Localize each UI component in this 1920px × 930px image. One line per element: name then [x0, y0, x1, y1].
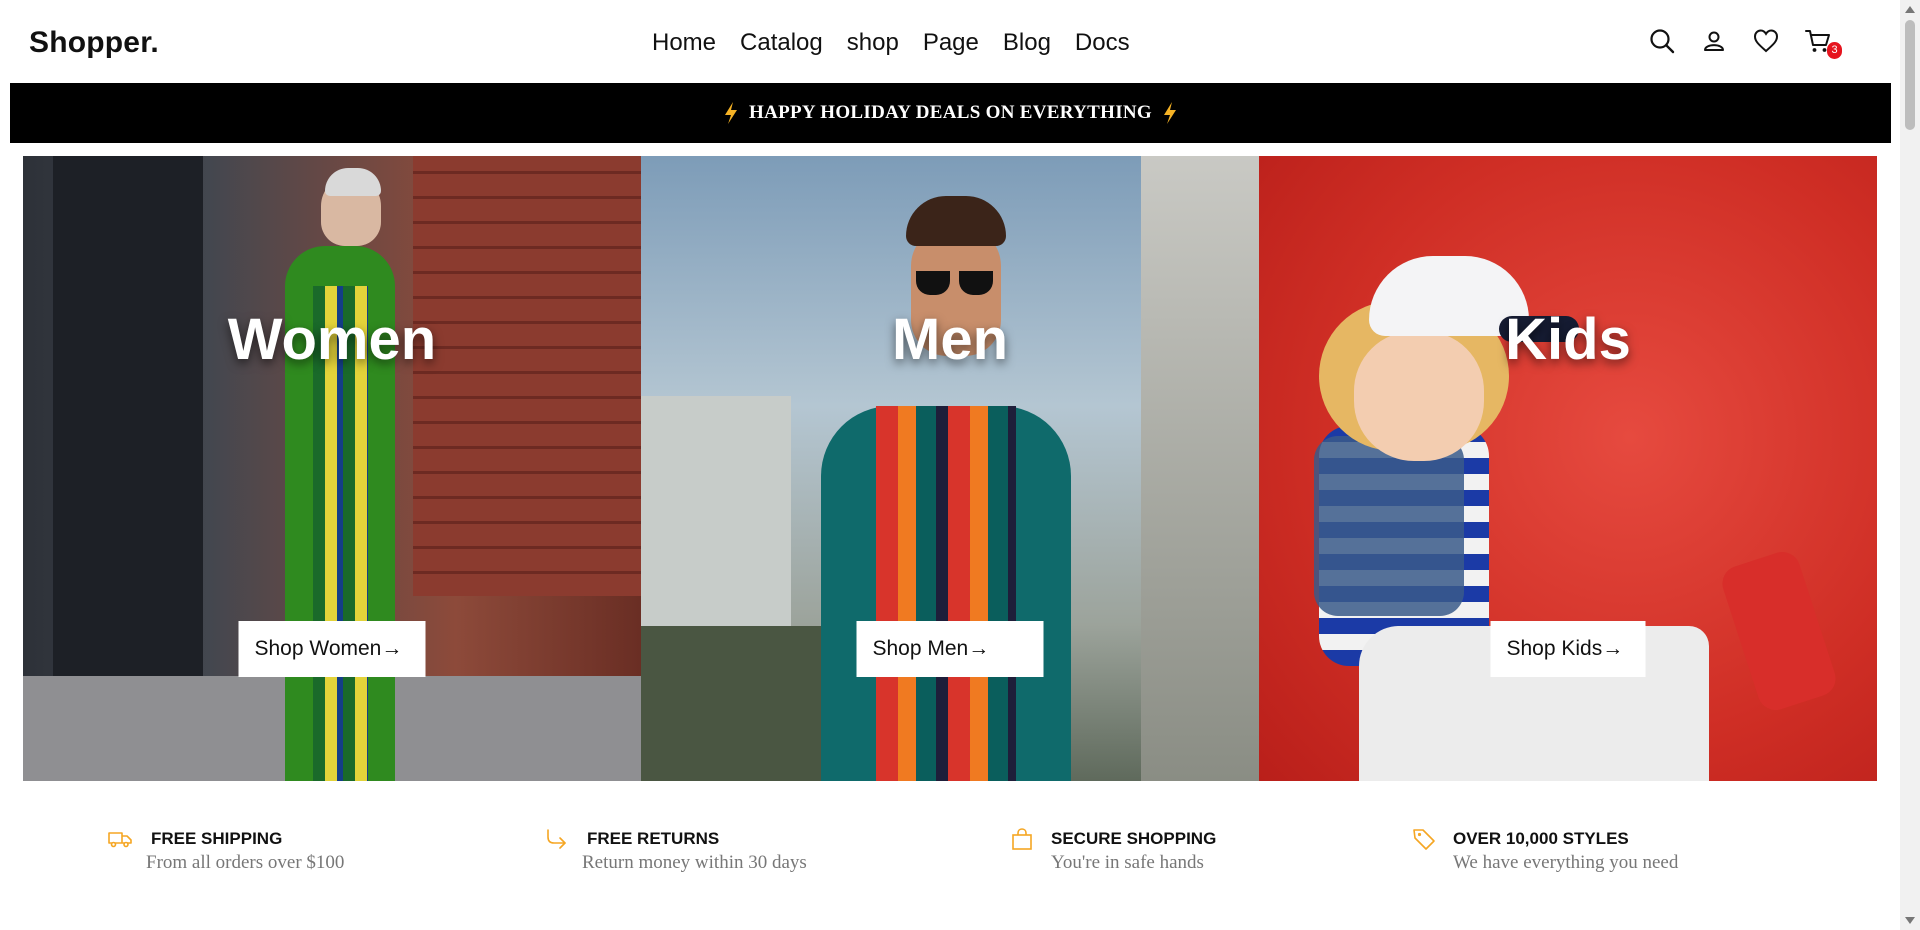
user-icon[interactable] [1700, 27, 1728, 55]
feature-subtitle: From all orders over $100 [146, 852, 345, 873]
category-title: Women [227, 307, 437, 372]
category-title: Men [892, 307, 1008, 372]
arrow-right-icon: → [968, 637, 990, 660]
search-icon[interactable] [1648, 27, 1676, 55]
cart-icon[interactable]: 3 [1804, 27, 1842, 59]
shop-men-button[interactable]: Shop Men→ [856, 621, 1044, 677]
page-scrollbar[interactable] [1900, 0, 1920, 930]
feature-title: FREE SHIPPING [151, 829, 283, 848]
category-women[interactable]: Women Shop Women→ [23, 156, 641, 781]
main-nav: Home Catalog shop Page Blog Docs [652, 26, 1130, 60]
header-icons: 3 [1648, 27, 1842, 59]
feature-title: OVER 10,000 STYLES [1453, 829, 1629, 848]
promo-banner: HAPPY HOLIDAY DEALS ON EVERYTHING [10, 83, 1891, 143]
feature-title: FREE RETURNS [587, 829, 720, 848]
truck-icon [108, 827, 132, 851]
feature-subtitle: Return money within 30 days [582, 852, 807, 873]
category-grid: Women Shop Women→ Men Shop Men→ Kids Sho… [23, 156, 1879, 781]
arrow-right-icon: → [381, 637, 403, 660]
category-title: Kids [1505, 307, 1631, 372]
bolt-icon [723, 101, 739, 125]
feature-subtitle: You're in safe hands [1051, 852, 1204, 873]
kids-photo [1259, 156, 1877, 781]
bolt-icon [1162, 101, 1178, 125]
bag-icon [1010, 827, 1034, 851]
nav-catalog[interactable]: Catalog [740, 26, 823, 60]
cart-count-badge: 3 [1827, 42, 1842, 59]
feature-title: SECURE SHOPPING [1051, 829, 1217, 848]
nav-blog[interactable]: Blog [1003, 26, 1051, 60]
category-men[interactable]: Men Shop Men→ [641, 156, 1259, 781]
nav-shop[interactable]: shop [847, 26, 899, 60]
women-photo [23, 156, 641, 781]
scroll-up-icon[interactable] [1905, 6, 1915, 13]
brand-logo[interactable]: Shopper. [29, 26, 159, 60]
heart-icon[interactable] [1752, 27, 1780, 55]
site-header: Shopper. Home Catalog shop Page Blog Doc… [0, 0, 1900, 83]
shop-kids-button[interactable]: Shop Kids→ [1490, 621, 1646, 677]
men-photo [641, 156, 1259, 781]
nav-page[interactable]: Page [923, 26, 979, 60]
tag-icon [1412, 827, 1436, 851]
scroll-down-icon[interactable] [1905, 917, 1915, 924]
return-arrow-icon [544, 827, 568, 851]
arrow-right-icon: → [1602, 637, 1624, 660]
shop-women-button[interactable]: Shop Women→ [238, 621, 426, 677]
feature-subtitle: We have everything you need [1453, 852, 1679, 873]
scroll-thumb[interactable] [1905, 20, 1915, 130]
nav-docs[interactable]: Docs [1075, 26, 1130, 60]
promo-text: HAPPY HOLIDAY DEALS ON EVERYTHING [748, 102, 1152, 123]
category-kids[interactable]: Kids Shop Kids→ [1259, 156, 1877, 781]
nav-home[interactable]: Home [652, 26, 716, 60]
